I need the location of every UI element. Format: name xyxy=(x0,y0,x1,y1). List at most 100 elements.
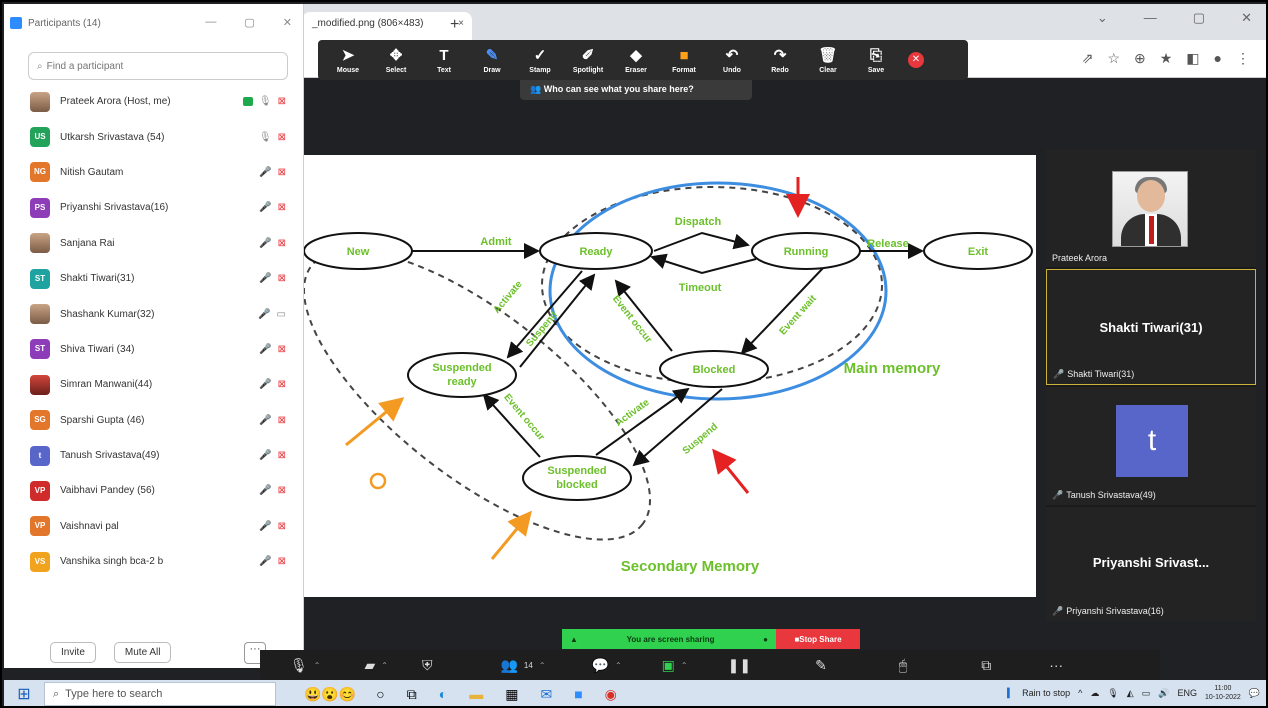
stop-share-button[interactable]: ■ Stop Share xyxy=(776,629,860,649)
video-tile-priyanshi[interactable]: Priyanshi Srivast... 🎤 Priyanshi Srivasta… xyxy=(1046,507,1256,621)
windows-start-icon[interactable]: ⊞ xyxy=(4,684,44,704)
zoom-icon[interactable]: ■ xyxy=(574,686,582,703)
redo-tool[interactable]: ↷ Redo xyxy=(756,47,804,74)
mic-off-icon[interactable]: 🎤 xyxy=(259,415,271,426)
browser-tab[interactable]: _modified.png (806×483) × xyxy=(302,12,472,40)
participant-row[interactable]: NG Nitish Gautam 🎤 ⊠ xyxy=(24,155,298,190)
text-tool[interactable]: T Text xyxy=(420,47,468,74)
format-tool[interactable]: ■ Format xyxy=(660,47,708,74)
mute-all-button[interactable]: Mute All xyxy=(113,642,172,663)
clock[interactable]: 11:00 10-10-2022 xyxy=(1205,684,1241,702)
remote-control[interactable]: 🖱 xyxy=(899,657,907,674)
participant-row[interactable]: Shashank Kumar(32) 🎤 ▭ xyxy=(24,296,298,331)
who-can-see-tooltip[interactable]: 👥 Who can see what you share here? xyxy=(520,80,752,100)
mic-on-icon[interactable]: 🎙 xyxy=(259,96,272,107)
participant-row[interactable]: ST Shiva Tiwari (34) 🎤 ⊠ xyxy=(24,332,298,367)
extension-icon[interactable]: ⊕ xyxy=(1134,50,1146,67)
menu-icon[interactable]: ⋮ xyxy=(1236,50,1250,67)
pause-share-control[interactable]: ❚❚ xyxy=(728,657,751,674)
maximize-icon[interactable]: ▢ xyxy=(244,16,254,29)
video-off-icon[interactable]: ⊠ xyxy=(278,167,286,178)
maximize-icon[interactable]: ▢ xyxy=(1193,10,1205,26)
undo-tool[interactable]: ↶ Undo xyxy=(708,47,756,74)
participant-row[interactable]: PS Priyanshi Srivastava(16) 🎤 ⊠ xyxy=(24,190,298,225)
select-tool[interactable]: ✥ Select xyxy=(372,47,420,74)
mic-off-icon[interactable]: 🎤 xyxy=(259,450,271,461)
participant-row[interactable]: ST Shakti Tiwari(31) 🎤 ⊠ xyxy=(24,261,298,296)
new-tab-button[interactable]: + xyxy=(450,16,459,34)
mic-off-icon[interactable]: 🎤 xyxy=(259,556,271,567)
emoji-widget-icon[interactable]: 😃😮😊 xyxy=(304,686,356,703)
cortana-icon[interactable]: ○ xyxy=(376,686,384,703)
mic-off-icon[interactable]: 🎤 xyxy=(259,344,271,355)
video-off-icon[interactable]: ⊠ xyxy=(278,202,286,213)
close-icon[interactable]: ✕ xyxy=(283,16,292,29)
chat-control[interactable]: 💬 ⌃ xyxy=(592,657,622,674)
mail-icon[interactable]: ✉ xyxy=(540,686,552,703)
wifi-icon[interactable]: ◭ xyxy=(1127,688,1134,699)
language-indicator[interactable]: ENG xyxy=(1177,688,1197,698)
mic-off-icon[interactable]: 🎤 xyxy=(259,202,271,213)
new-share-control[interactable]: ▣ ⌃ xyxy=(662,657,688,674)
more-control[interactable]: ··· xyxy=(1049,657,1063,673)
notifications-icon[interactable]: 💬 xyxy=(1249,688,1260,699)
taskbar-search[interactable]: ⌕ Type here to search xyxy=(44,682,276,706)
mic-off-icon[interactable]: 🎤 xyxy=(259,273,271,284)
mic-off-icon[interactable]: 🎤 xyxy=(259,238,271,249)
security-control[interactable]: ⛨ xyxy=(422,657,433,674)
sidepanel-icon[interactable]: ◧ xyxy=(1186,50,1199,67)
store-icon[interactable]: ▦ xyxy=(505,686,518,703)
mic-off-icon[interactable]: 🎤 xyxy=(259,521,271,532)
mouse-tool[interactable]: ➤ Mouse xyxy=(324,47,372,74)
minimize-icon[interactable]: — xyxy=(205,16,216,29)
apps-control[interactable]: ⧉ xyxy=(981,657,991,674)
video-off-icon[interactable]: ⊠ xyxy=(278,379,286,390)
sharing-status[interactable]: ▲ You are screen sharing ● xyxy=(562,629,776,649)
video-off-icon[interactable]: ⊠ xyxy=(278,344,286,355)
participant-row[interactable]: VP Vaishnavi pal 🎤 ⊠ xyxy=(24,509,298,544)
video-off-icon[interactable]: ⊠ xyxy=(278,485,286,496)
close-window-icon[interactable]: ✕ xyxy=(1241,10,1252,26)
participants-control[interactable]: 👥 14 ⌃ xyxy=(500,657,545,674)
participant-row[interactable]: Prateek Arora (Host, me) 🎙 ⊠ xyxy=(24,84,298,119)
mic-tray-icon[interactable]: 🎙 xyxy=(1107,688,1118,699)
video-tile-shakti[interactable]: Shakti Tiwari(31) 🎤 Shakti Tiwari(31) xyxy=(1046,269,1256,385)
tray-chevron-icon[interactable]: ^ xyxy=(1078,688,1082,698)
video-off-icon[interactable]: ⊠ xyxy=(278,556,286,567)
participant-row[interactable]: Sanjana Rai 🎤 ⊠ xyxy=(24,226,298,261)
participant-row[interactable]: VS Vanshika singh bca-2 b 🎤 ⊠ xyxy=(24,544,298,579)
network-icon[interactable]: ▭ xyxy=(1142,688,1151,699)
participant-row[interactable]: Simran Manwani(44) 🎤 ⊠ xyxy=(24,367,298,402)
participant-row[interactable]: US Utkarsh Srivastava (54) 🎙 ⊠ xyxy=(24,119,298,154)
participant-row[interactable]: SG Sparshi Gupta (46) 🎤 ⊠ xyxy=(24,403,298,438)
video-icon[interactable]: ▭ xyxy=(277,309,286,320)
file-explorer-icon[interactable]: ▬ xyxy=(469,686,483,703)
chrome-icon[interactable]: ◉ xyxy=(605,686,617,703)
eraser-tool[interactable]: ◆ Eraser xyxy=(612,47,660,74)
close-annotation-button[interactable]: ✕ xyxy=(908,52,924,68)
weather-text[interactable]: Rain to stop xyxy=(1022,688,1070,698)
video-control[interactable]: ▰ ⌃ xyxy=(364,657,387,674)
video-off-icon[interactable]: ⊠ xyxy=(278,96,286,107)
mic-off-icon[interactable]: 🎤 xyxy=(259,167,271,178)
video-on-icon[interactable] xyxy=(242,97,253,107)
mute-control[interactable]: 🎙 ⌃ xyxy=(290,657,320,674)
participant-row[interactable]: VP Vaibhavi Pandey (56) 🎤 ⊠ xyxy=(24,473,298,508)
tab-search-icon[interactable]: ⌄ xyxy=(1097,10,1108,26)
video-off-icon[interactable]: ⊠ xyxy=(278,521,286,532)
clear-tool[interactable]: 🗑 Clear xyxy=(804,47,852,74)
participant-search[interactable]: ⌕ xyxy=(28,52,288,80)
video-off-icon[interactable]: ⊠ xyxy=(278,132,286,143)
participant-search-input[interactable] xyxy=(46,60,267,72)
video-off-icon[interactable]: ⊠ xyxy=(278,450,286,461)
draw-tool[interactable]: ✎ Draw xyxy=(468,47,516,74)
video-off-icon[interactable]: ⊠ xyxy=(278,415,286,426)
video-tile-prateek[interactable]: Prateek Arora xyxy=(1046,149,1256,267)
share-icon[interactable]: ⇗ xyxy=(1082,50,1094,67)
mic-off-icon[interactable]: 🎤 xyxy=(258,309,270,320)
volume-icon[interactable]: 🔊 xyxy=(1158,688,1169,699)
cloud-icon[interactable]: ☁ xyxy=(1090,688,1099,699)
video-tile-tanush[interactable]: t 🎤 Tanush Srivastava(49) xyxy=(1046,387,1256,505)
save-tool[interactable]: ⎘ Save xyxy=(852,47,900,74)
mic-off-icon[interactable]: 🎤 xyxy=(259,379,271,390)
